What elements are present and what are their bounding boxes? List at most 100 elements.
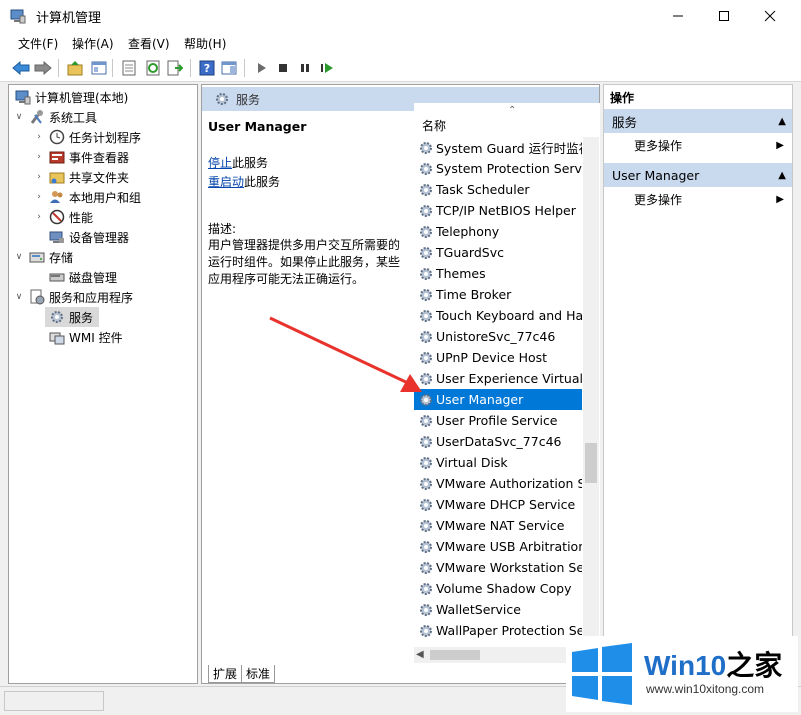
- service-name: System Protection Service: [436, 161, 582, 176]
- scroll-left-icon[interactable]: ◀: [416, 649, 424, 660]
- service-row[interactable]: VMware DHCP Service: [414, 494, 582, 515]
- vertical-scrollbar-thumb[interactable]: [585, 443, 597, 483]
- service-row[interactable]: WalletService: [414, 599, 582, 620]
- tree-item-event-viewer[interactable]: › 事件查看器: [33, 147, 129, 167]
- chevron-down-icon[interactable]: ∨: [13, 252, 25, 262]
- service-row[interactable]: VMware USB Arbitration: [414, 536, 582, 557]
- tree-item-performance[interactable]: › 性能: [33, 207, 93, 227]
- event-viewer-icon: [49, 149, 65, 165]
- help-icon[interactable]: ?: [198, 59, 216, 77]
- tree-item-device-manager[interactable]: 设备管理器: [45, 227, 129, 247]
- status-panel: [4, 691, 104, 711]
- restart-service-icon[interactable]: [318, 59, 336, 77]
- service-row[interactable]: VMware Workstation Ser: [414, 557, 582, 578]
- service-name: TCP/IP NetBIOS Helper: [436, 203, 576, 218]
- service-row[interactable]: Virtual Disk: [414, 452, 582, 473]
- tree-item-local-users[interactable]: › 本地用户和组: [33, 187, 141, 207]
- service-row[interactable]: System Guard 运行时监视: [414, 137, 582, 158]
- description-label: 描述:: [208, 222, 237, 236]
- action-pane-icon[interactable]: [220, 59, 238, 77]
- more-actions-user-manager[interactable]: 更多操作 ▶: [604, 188, 792, 210]
- watermark-url: www.win10xitong.com: [646, 682, 765, 696]
- gear-icon: [418, 434, 434, 450]
- tree-item-root[interactable]: 计算机管理(本地): [11, 87, 128, 107]
- window-title: 计算机管理: [36, 11, 102, 26]
- tree-item-shared-folders[interactable]: › 共享文件夹: [33, 167, 129, 187]
- chevron-right-icon[interactable]: ›: [33, 172, 45, 182]
- tree-item-services[interactable]: 服务: [45, 307, 100, 327]
- service-name: WallPaper Protection Ser: [436, 623, 582, 638]
- stop-service-icon[interactable]: [274, 59, 292, 77]
- service-row[interactable]: VMware Authorization Se: [414, 473, 582, 494]
- export-list-icon[interactable]: [166, 59, 184, 77]
- actions-section-user-manager[interactable]: User Manager ▲: [604, 163, 792, 187]
- tree-item-system-tools[interactable]: ∨ 系统工具: [13, 107, 97, 127]
- chevron-right-icon[interactable]: ›: [33, 192, 45, 202]
- service-row[interactable]: System Protection Service: [414, 158, 582, 179]
- service-row[interactable]: UserDataSvc_77c46: [414, 431, 582, 452]
- service-row[interactable]: Themes: [414, 263, 582, 284]
- maximize-button[interactable]: [701, 0, 747, 32]
- service-name: UPnP Device Host: [436, 350, 548, 365]
- collapse-icon[interactable]: ▲: [778, 170, 786, 181]
- tree-item-disk-management[interactable]: 磁盘管理: [45, 267, 117, 287]
- service-row[interactable]: Telephony: [414, 221, 582, 242]
- vertical-scrollbar[interactable]: [583, 137, 599, 647]
- menu-file[interactable]: 文件(F): [18, 35, 58, 52]
- service-row[interactable]: User Profile Service: [414, 410, 582, 431]
- tree-item-services-apps[interactable]: ∨ 服务和应用程序: [13, 287, 133, 307]
- service-row[interactable]: VMware NAT Service: [414, 515, 582, 536]
- back-icon[interactable]: [12, 59, 30, 77]
- tab-extended[interactable]: 扩展: [208, 665, 243, 683]
- chevron-down-icon[interactable]: ∨: [13, 292, 25, 302]
- service-row[interactable]: Task Scheduler: [414, 179, 582, 200]
- service-row[interactable]: TGuardSvc: [414, 242, 582, 263]
- gear-icon: [49, 309, 65, 325]
- show-hide-tree-icon[interactable]: [90, 59, 108, 77]
- tree-item-storage[interactable]: ∨ 存储: [13, 247, 73, 267]
- stop-service-link[interactable]: 停止: [208, 156, 232, 170]
- service-row[interactable]: WallPaper Protection Ser: [414, 620, 582, 641]
- service-name: VMware USB Arbitration: [436, 539, 582, 554]
- refresh-icon[interactable]: [144, 59, 162, 77]
- more-actions-services[interactable]: 更多操作 ▶: [604, 134, 792, 156]
- chevron-right-icon[interactable]: ›: [33, 132, 45, 142]
- service-row[interactable]: Volume Shadow Copy: [414, 578, 582, 599]
- service-name: User Profile Service: [436, 413, 558, 428]
- wmi-icon: [49, 329, 65, 345]
- service-row[interactable]: Time Broker: [414, 284, 582, 305]
- restart-service-link[interactable]: 重启动: [208, 175, 244, 189]
- gear-icon: [418, 497, 434, 513]
- minimize-button[interactable]: [655, 0, 701, 32]
- service-name: Themes: [436, 266, 486, 281]
- start-service-icon[interactable]: [252, 59, 270, 77]
- up-folder-icon[interactable]: [66, 59, 84, 77]
- column-header-name[interactable]: 名称: [422, 117, 446, 134]
- menu-view[interactable]: 查看(V): [128, 35, 170, 52]
- properties-icon[interactable]: [120, 59, 138, 77]
- gear-icon: [418, 203, 434, 219]
- chevron-down-icon[interactable]: ∨: [13, 112, 25, 122]
- collapse-icon[interactable]: ▲: [778, 116, 786, 127]
- gear-icon: [418, 602, 434, 618]
- actions-section-services[interactable]: 服务 ▲: [604, 109, 792, 133]
- service-name: VMware Authorization Se: [436, 476, 582, 491]
- menu-help[interactable]: 帮助(H): [184, 35, 226, 52]
- view-tabs: 扩展 标准: [208, 665, 276, 683]
- tree-item-task-scheduler[interactable]: › 任务计划程序: [33, 127, 141, 147]
- menu-action[interactable]: 操作(A): [72, 35, 114, 52]
- service-name: UserDataSvc_77c46: [436, 434, 562, 449]
- gear-icon: [418, 287, 434, 303]
- service-name: Virtual Disk: [436, 455, 508, 470]
- tree-item-wmi[interactable]: WMI 控件: [45, 327, 123, 347]
- horizontal-scrollbar-thumb[interactable]: [430, 650, 480, 660]
- gear-icon: [418, 581, 434, 597]
- menu-bar: 文件(F) 操作(A) 查看(V) 帮助(H): [0, 32, 801, 54]
- chevron-right-icon[interactable]: ›: [33, 152, 45, 162]
- close-button[interactable]: [747, 0, 793, 32]
- forward-icon[interactable]: [34, 59, 52, 77]
- pause-service-icon[interactable]: [296, 59, 314, 77]
- chevron-right-icon[interactable]: ›: [33, 212, 45, 222]
- service-row[interactable]: TCP/IP NetBIOS Helper: [414, 200, 582, 221]
- tab-standard[interactable]: 标准: [242, 665, 276, 683]
